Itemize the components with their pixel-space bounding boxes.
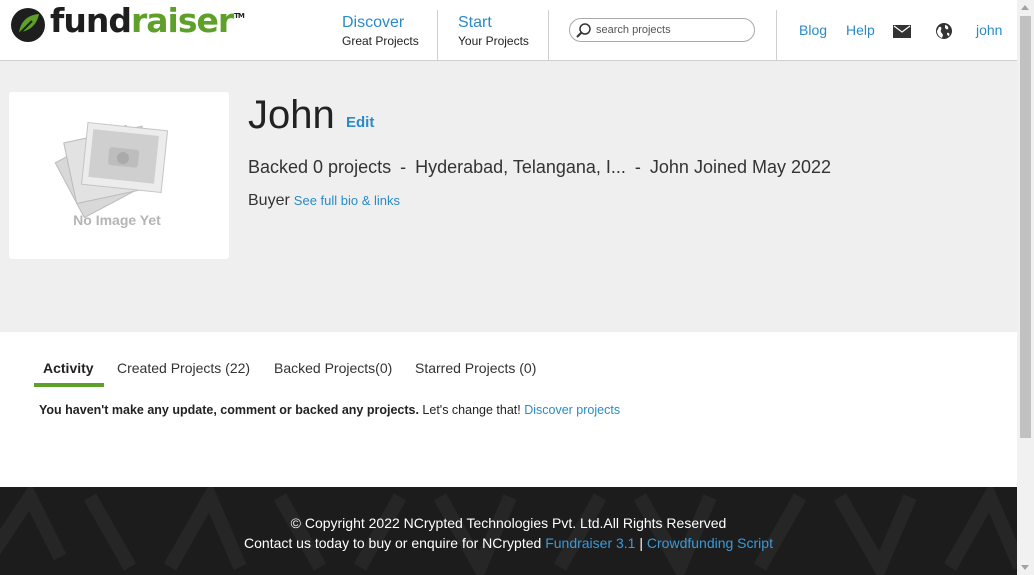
avatar-placeholder-text: No Image Yet xyxy=(73,212,161,228)
discover-projects-link[interactable]: Discover projects xyxy=(524,403,620,417)
activity-message: You haven't make any update, comment or … xyxy=(39,403,620,417)
joined-date: John Joined May 2022 xyxy=(649,157,832,177)
logo-trademark: TM xyxy=(234,11,245,20)
help-link[interactable]: Help xyxy=(846,22,875,38)
profile-name: John xyxy=(248,93,335,137)
tab-backed-projects[interactable]: Backed Projects(0) xyxy=(274,360,392,376)
no-image-placeholder-icon: No Image Yet xyxy=(54,121,169,228)
scroll-up-arrow-icon[interactable] xyxy=(1021,5,1029,10)
profile-location: Hyderabad, Telangana, I... xyxy=(415,157,626,177)
nav-start-title: Start xyxy=(458,14,492,31)
profile-stats: Backed 0 projects - Hyderabad, Telangana, … xyxy=(248,157,831,178)
nav-start-subtitle: Your Projects xyxy=(458,34,529,48)
logo-wordmark: fundraiserTM xyxy=(50,0,245,48)
backed-count: Backed 0 projects xyxy=(248,157,392,177)
blog-link[interactable]: Blog xyxy=(799,22,827,38)
tab-starred-projects[interactable]: Starred Projects (0) xyxy=(415,360,536,376)
page: fundraiserTM Discover Great Projects Sta… xyxy=(0,0,1017,575)
crowdfunding-script-link[interactable]: Crowdfunding Script xyxy=(647,535,773,551)
footer-divider: | xyxy=(635,535,647,551)
nav-discover-title: Discover xyxy=(342,14,405,31)
activity-cta-text: Let's change that! xyxy=(418,403,525,417)
profile-role-row: Buyer See full bio & links xyxy=(248,192,400,210)
mail-icon[interactable] xyxy=(893,25,911,43)
profile-role: Buyer xyxy=(248,192,290,209)
search-icon xyxy=(576,23,591,38)
scrollbar-thumb[interactable] xyxy=(1020,16,1031,438)
full-bio-link[interactable]: See full bio & links xyxy=(294,193,400,208)
logo-raiser: raiser xyxy=(130,0,234,40)
stat-separator: - xyxy=(634,157,641,177)
footer-pattern-icon xyxy=(0,487,1017,575)
scroll-down-arrow-icon[interactable] xyxy=(1021,565,1029,570)
tab-created-projects[interactable]: Created Projects (22) xyxy=(117,360,250,376)
logo-leaf-icon xyxy=(10,7,46,43)
activity-empty-text: You haven't make any update, comment or … xyxy=(39,403,419,417)
nav-divider xyxy=(548,10,549,60)
user-menu-link[interactable]: john xyxy=(976,22,1002,38)
stat-separator: - xyxy=(400,157,407,177)
fundraiser-logo[interactable]: fundraiserTM xyxy=(10,2,245,44)
top-header: fundraiserTM Discover Great Projects Sta… xyxy=(0,0,1017,61)
edit-profile-link[interactable]: Edit xyxy=(346,114,374,131)
nav-divider xyxy=(776,10,777,60)
profile-section: No Image Yet John Edit Backed 0 projects… xyxy=(0,61,1017,332)
footer-contact: Contact us today to buy or enquire for N… xyxy=(0,535,1017,551)
tab-activity[interactable]: Activity xyxy=(43,360,94,376)
search-box[interactable] xyxy=(569,18,755,42)
active-tab-indicator xyxy=(34,383,104,387)
fundraiser-version-link[interactable]: Fundraiser 3.1 xyxy=(545,535,635,551)
footer: © Copyright 2022 NCrypted Technologies P… xyxy=(0,487,1017,575)
nav-discover-subtitle: Great Projects xyxy=(342,34,419,48)
logo-fund: fund xyxy=(50,0,132,40)
avatar: No Image Yet xyxy=(9,92,229,259)
footer-copyright: © Copyright 2022 NCrypted Technologies P… xyxy=(290,515,727,531)
search-input[interactable] xyxy=(596,22,746,38)
globe-icon[interactable] xyxy=(935,22,953,45)
footer-contact-text: Contact us today to buy or enquire for N… xyxy=(244,535,546,551)
nav-divider xyxy=(437,10,438,60)
